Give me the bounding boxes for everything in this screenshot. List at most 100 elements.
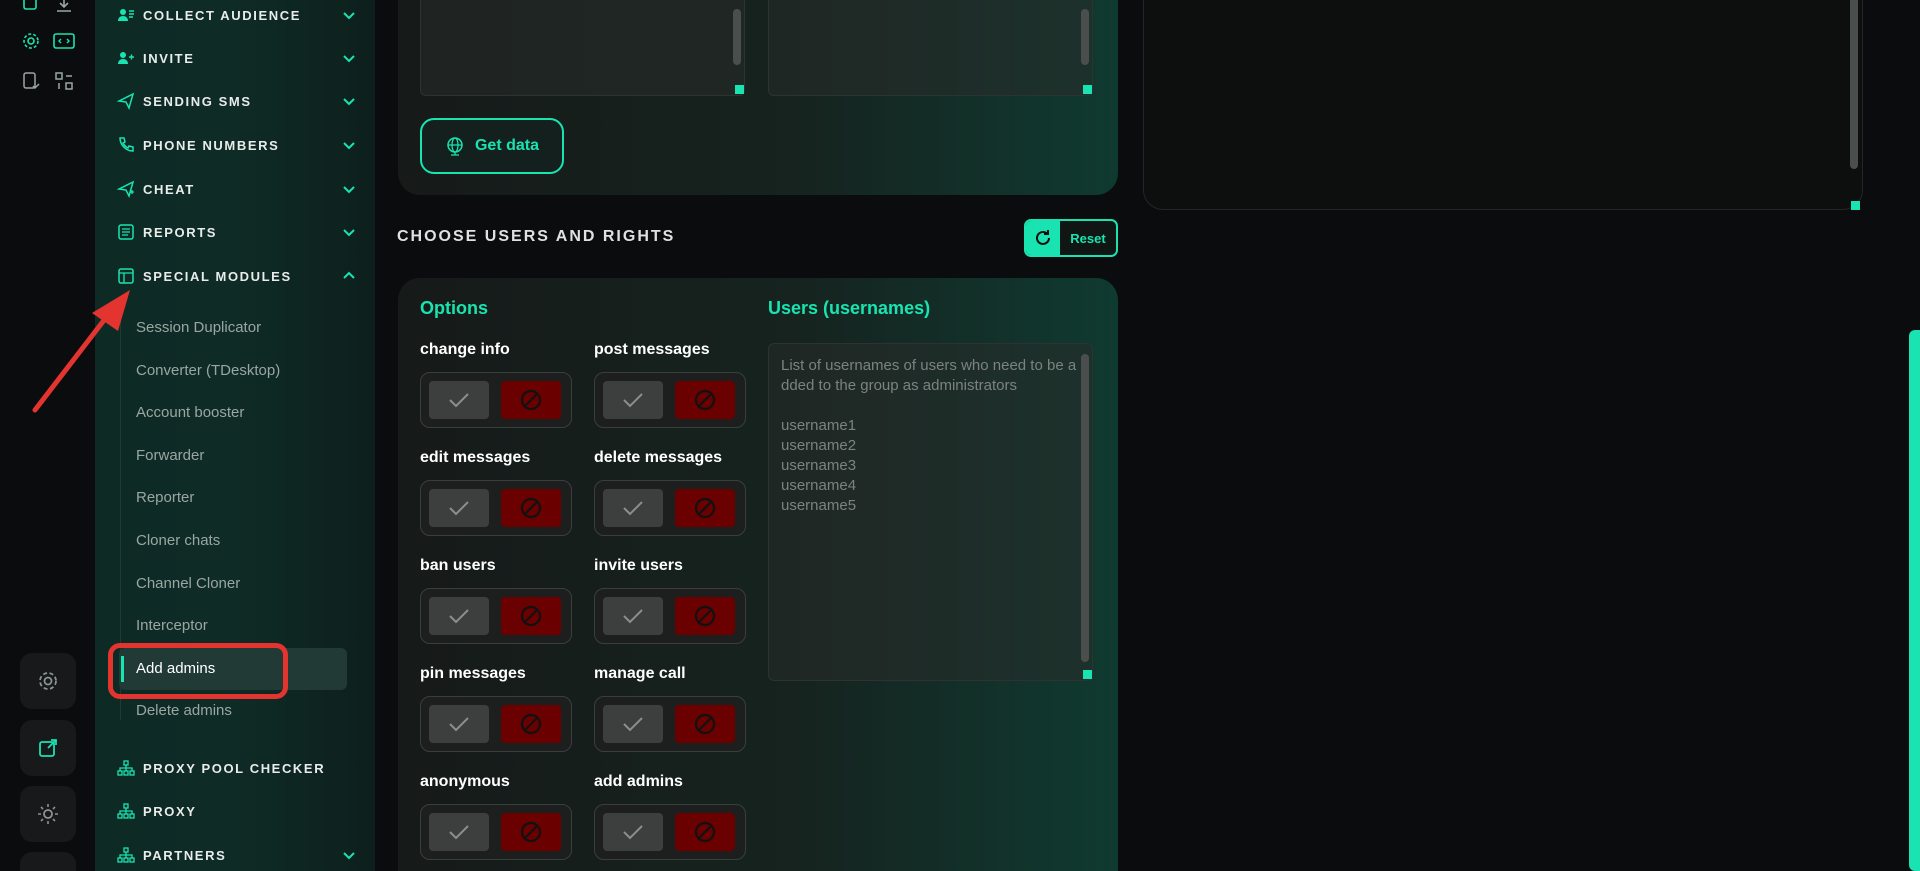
deny-button[interactable] — [675, 489, 735, 527]
report-icon — [117, 223, 135, 241]
option-label-post-messages: post messages — [594, 341, 710, 358]
forbidden-icon — [520, 821, 542, 843]
allow-button[interactable] — [429, 705, 489, 743]
main-content: Get data CHOOSE USERS AND RIGHTS Reset O… — [375, 0, 1920, 871]
forbidden-icon — [694, 389, 716, 411]
theme-toggle-button[interactable] — [20, 786, 76, 842]
settings-button[interactable] — [20, 653, 76, 709]
sidebar-item-interceptor[interactable]: Interceptor — [136, 617, 208, 634]
gear-icon — [39, 672, 57, 690]
sidebar-section-label: CHEAT — [143, 181, 195, 197]
sidebar-item-account-booster[interactable]: Account booster — [136, 404, 244, 421]
sidebar-section-special-modules[interactable]: SPECIAL MODULES — [117, 261, 357, 291]
sidebar-item-channel-cloner[interactable]: Channel Cloner — [136, 575, 240, 592]
chevron-down-icon — [343, 852, 355, 860]
sidebar-section-label: INVITE — [143, 50, 195, 66]
allow-button[interactable] — [603, 381, 663, 419]
sidebar-item-session-duplicator[interactable]: Session Duplicator — [136, 319, 261, 336]
deny-button[interactable] — [501, 381, 561, 419]
allow-button[interactable] — [603, 597, 663, 635]
page-scrollbar-thumb[interactable] — [1909, 330, 1920, 871]
option-label-change-info: change info — [420, 341, 510, 358]
deny-button[interactable] — [501, 489, 561, 527]
allow-button[interactable] — [603, 705, 663, 743]
deny-button[interactable] — [501, 705, 561, 743]
gear-icon[interactable] — [20, 30, 42, 52]
toggle-anonymous — [420, 804, 572, 860]
data-textarea-left[interactable] — [420, 0, 745, 96]
sidebar-section-invite[interactable]: INVITE — [117, 43, 357, 73]
resize-handle-icon[interactable] — [1851, 201, 1860, 210]
document-check-icon[interactable] — [20, 70, 42, 92]
users-title: Users (usernames) — [768, 298, 931, 318]
deny-button[interactable] — [501, 597, 561, 635]
open-external-button[interactable] — [20, 720, 76, 776]
sidebar-section-partners[interactable]: PARTNERS — [117, 840, 357, 870]
chevron-up-icon — [343, 271, 355, 279]
allow-button[interactable] — [429, 597, 489, 635]
extra-button[interactable] — [20, 852, 76, 871]
option-label-manage-call: manage call — [594, 665, 686, 682]
sidebar-section-label: COLLECT AUDIENCE — [143, 7, 302, 23]
sidebar-item-cloner-chats[interactable]: Cloner chats — [136, 532, 220, 549]
usernames-textarea[interactable]: List of usernames of users who need to b… — [768, 343, 1093, 681]
scrollbar-thumb[interactable] — [1081, 9, 1089, 65]
deny-button[interactable] — [675, 381, 735, 419]
option-label-anonymous: anonymous — [420, 773, 510, 790]
sidebar-section-sending-sms[interactable]: SENDING SMS — [117, 86, 357, 116]
sidebar-section-proxy[interactable]: PROXY — [117, 796, 357, 826]
deny-button[interactable] — [501, 813, 561, 851]
scrollbar-thumb[interactable] — [1081, 354, 1089, 662]
deny-button[interactable] — [675, 813, 735, 851]
allow-button[interactable] — [603, 489, 663, 527]
deny-button[interactable] — [675, 705, 735, 743]
send-icon — [117, 92, 135, 110]
chevron-down-icon — [343, 142, 355, 150]
sidebar-item-converter[interactable]: Converter (TDesktop) — [136, 362, 280, 379]
sidebar-section-label: SPECIAL MODULES — [143, 268, 292, 284]
icon-rail — [0, 0, 95, 871]
allow-button[interactable] — [429, 381, 489, 419]
network-icon — [117, 759, 135, 777]
scrollbar-thumb[interactable] — [1850, 0, 1858, 169]
sidebar-item-forwarder[interactable]: Forwarder — [136, 447, 204, 464]
users-icon — [117, 6, 135, 24]
sidebar-section-proxy-pool-checker[interactable]: PROXY POOL CHECKER — [117, 753, 357, 783]
toggle-invite-users — [594, 588, 746, 644]
resize-handle-icon[interactable] — [1083, 670, 1092, 679]
toggle-pin-messages — [420, 696, 572, 752]
forbidden-icon — [520, 389, 542, 411]
data-textarea-right[interactable] — [768, 0, 1093, 96]
annotation-arrow-icon — [32, 290, 130, 413]
list-check-icon[interactable] — [20, 0, 42, 16]
scrollbar-thumb[interactable] — [733, 9, 741, 65]
get-data-label: Get data — [474, 137, 539, 154]
usernames-placeholder: List of usernames of users who need to b… — [781, 357, 1077, 514]
sidebar-section-collect-audience[interactable]: COLLECT AUDIENCE — [117, 0, 357, 30]
deny-button[interactable] — [675, 597, 735, 635]
option-label-pin-messages: pin messages — [420, 665, 526, 682]
sidebar-section-cheat[interactable]: CHEAT — [117, 174, 357, 204]
toggle-delete-messages — [594, 480, 746, 536]
sidebar-section-phone-numbers[interactable]: PHONE NUMBERS — [117, 130, 357, 160]
sidebar-section-reports[interactable]: REPORTS — [117, 217, 357, 247]
sidebar-item-reporter[interactable]: Reporter — [136, 489, 194, 506]
resize-handle-icon[interactable] — [1083, 85, 1092, 94]
sidebar-section-label: REPORTS — [143, 224, 218, 240]
allow-button[interactable] — [429, 813, 489, 851]
check-icon — [623, 717, 643, 732]
chevron-down-icon — [343, 55, 355, 63]
code-window-icon[interactable] — [53, 30, 75, 52]
get-data-card: Get data — [398, 0, 1118, 195]
chevron-down-icon — [343, 98, 355, 106]
sidebar-item-delete-admins[interactable]: Delete admins — [136, 702, 232, 719]
modules-icon — [117, 267, 135, 285]
grid-icon[interactable] — [53, 70, 75, 92]
option-label-invite-users: invite users — [594, 557, 683, 574]
get-data-button[interactable]: Get data — [420, 118, 564, 174]
allow-button[interactable] — [603, 813, 663, 851]
download-icon[interactable] — [53, 0, 75, 16]
resize-handle-icon[interactable] — [735, 85, 744, 94]
reset-button[interactable]: Reset — [1024, 219, 1118, 257]
allow-button[interactable] — [429, 489, 489, 527]
